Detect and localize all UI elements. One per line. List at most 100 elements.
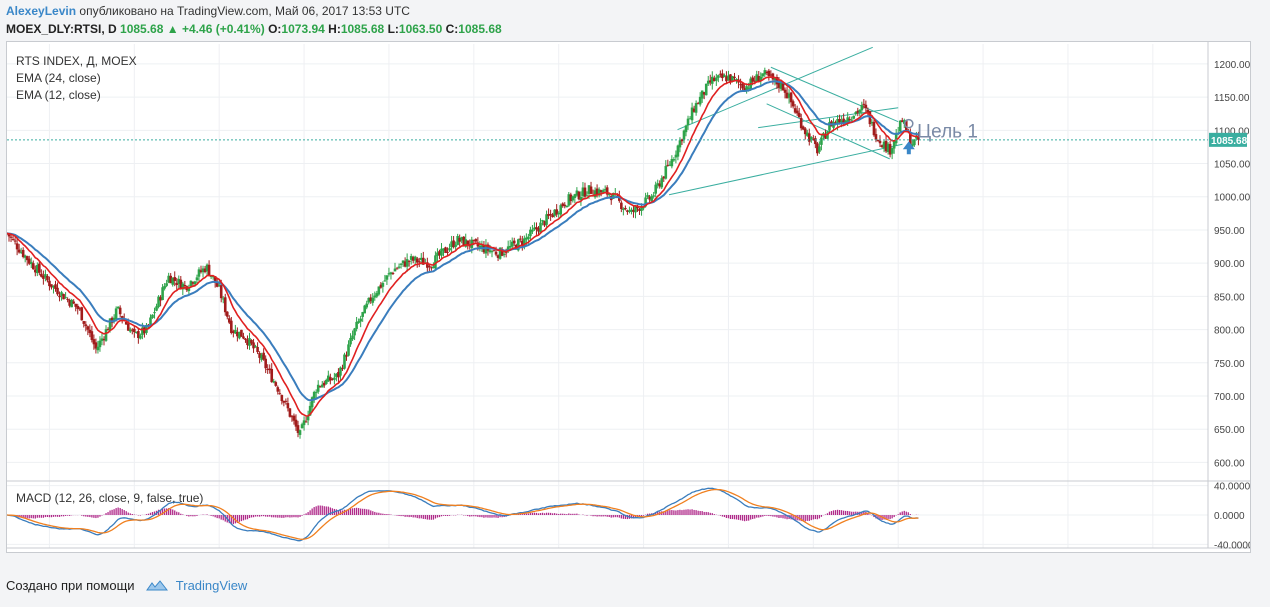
candle-body	[684, 125, 688, 133]
candle-body	[694, 103, 698, 113]
candle-body	[149, 317, 152, 325]
tradingview-link[interactable]: TradingView	[176, 578, 248, 593]
candle-body	[383, 280, 387, 282]
candle-body	[82, 321, 86, 324]
candle-body	[351, 335, 354, 340]
candle-body	[652, 195, 655, 197]
grid	[7, 42, 1250, 549]
candle-body	[15, 243, 19, 250]
candle-body	[890, 148, 894, 154]
candle-body	[223, 297, 227, 313]
close-label: C:	[445, 22, 459, 36]
low-value: 1063.50	[398, 22, 443, 36]
candle-body	[654, 184, 657, 194]
candle-body	[86, 326, 90, 330]
low-label: L:	[387, 22, 399, 36]
price-tick-label: 600.00	[1214, 458, 1245, 469]
price-tick-label: 1050.00	[1214, 160, 1250, 171]
candle-body	[585, 195, 589, 197]
open-label: O:	[268, 22, 282, 36]
macd-tick-label: -40.0000	[1214, 540, 1250, 551]
last-price-badge: 1085.68	[1209, 132, 1248, 147]
candle-body	[446, 251, 449, 253]
macd-tick-label: 40.0000	[1214, 482, 1250, 493]
symbol-info: MOEX_DLY:RTSI, D 1085.68 ▲ +4.46 (+0.41%…	[6, 22, 502, 36]
candle-body	[852, 115, 856, 119]
tradingview-cloud-icon	[146, 579, 169, 594]
candle-body	[66, 298, 69, 300]
candle-body	[242, 336, 245, 339]
close-value: 1085.68	[458, 22, 502, 36]
candle-body	[494, 251, 498, 255]
candle-body	[850, 119, 854, 121]
candle-body	[428, 265, 431, 267]
macd-legend: MACD (12, 26, close, 9, false, true)	[16, 491, 203, 505]
candle-body	[397, 266, 401, 268]
candle-body	[38, 263, 41, 273]
candle-body	[860, 105, 864, 111]
price-tick-label: 850.00	[1214, 292, 1245, 303]
candle-body	[417, 261, 421, 263]
candle-body	[165, 283, 168, 286]
candle-body	[531, 229, 534, 232]
candle-body	[219, 285, 223, 299]
candle-body	[163, 285, 166, 289]
candle-body	[304, 421, 308, 423]
target-label: Цель 1	[917, 122, 978, 143]
candle-body	[391, 272, 395, 274]
price-tick-label: 1150.00	[1214, 93, 1250, 104]
ema24-legend: EMA (24, close)	[16, 71, 101, 85]
candle-body	[118, 307, 122, 315]
candle-body	[288, 408, 292, 417]
chart-container[interactable]: 1200.00 1150.00 1100.00 1050.00 1000.00 950.0…	[5, 41, 1254, 566]
candle-body	[183, 285, 187, 287]
candle-body	[139, 335, 142, 339]
candle-body	[312, 391, 316, 400]
candle-body	[559, 205, 563, 215]
candle-body	[864, 104, 868, 109]
candle-body	[502, 253, 506, 255]
candle-body	[264, 358, 267, 369]
open-value: 1073.94	[281, 22, 325, 36]
candle-body	[262, 352, 265, 360]
candle-body	[98, 340, 102, 348]
candle-body	[256, 346, 259, 353]
candle-body	[11, 239, 15, 241]
change-value: +4.46 (+0.41%)	[182, 22, 265, 36]
candle-body	[371, 297, 375, 303]
candle-body	[717, 75, 720, 78]
candle-body	[399, 263, 403, 265]
candle-body	[284, 400, 288, 402]
macd-axis: 40.0000 0.0000 -40.0000	[1214, 482, 1254, 552]
candle-body	[789, 92, 793, 103]
candle-body	[405, 259, 409, 267]
candle-body	[31, 263, 35, 270]
candle-body	[151, 314, 154, 318]
candle-body	[359, 318, 362, 322]
candle-body	[678, 140, 682, 148]
up-arrow-icon: ▲	[166, 22, 179, 36]
candle-body	[504, 252, 508, 254]
publish-info: AlexeyLevin опубликовано на TradingView.…	[6, 4, 410, 18]
author-link[interactable]: AlexeyLevin	[6, 4, 76, 18]
candle-body	[874, 134, 878, 140]
candle-body	[680, 139, 684, 142]
candle-body	[365, 303, 369, 308]
candle-body	[104, 329, 108, 341]
lower-channel[interactable]	[668, 143, 903, 196]
candle-body	[407, 260, 411, 262]
candle-body	[783, 89, 787, 93]
candle-body	[704, 83, 708, 96]
price-chart-svg[interactable]: 1200.001150.001100.001050.001000.00950.0…	[5, 42, 1254, 566]
candle-body	[898, 120, 902, 132]
candle-body	[474, 239, 478, 242]
candle-body	[814, 138, 817, 145]
made-with-text: Создано при помощи	[6, 578, 135, 593]
candle-body	[624, 207, 627, 210]
candle-body	[90, 331, 94, 340]
last-price: 1085.68	[120, 22, 164, 36]
symbol-name: MOEX_DLY:RTSI, D	[6, 22, 117, 36]
candle-body	[161, 287, 164, 300]
candle-body	[230, 320, 233, 333]
candle-body	[70, 299, 73, 308]
